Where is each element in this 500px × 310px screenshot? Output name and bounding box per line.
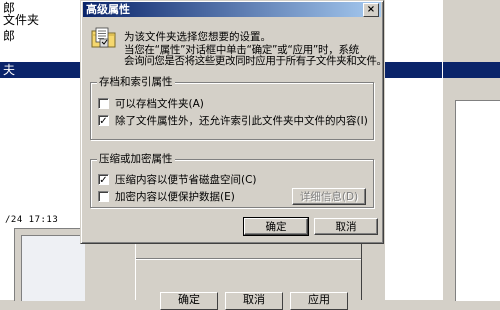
encrypt-checkbox[interactable] <box>98 191 109 202</box>
close-button[interactable]: × <box>363 3 379 17</box>
properties-dialog-background <box>135 240 362 300</box>
archive-checkbox[interactable] <box>98 98 109 109</box>
ok-button[interactable]: 确定 <box>243 217 309 236</box>
tree-item-selected[interactable]: 夫 <box>0 62 83 78</box>
group-title: 压缩或加密属性 <box>97 152 175 166</box>
compress-encrypt-group: 压缩或加密属性 ✓ 压缩内容以便节省磁盘空间(C) 加密内容以便保护数据(E) … <box>90 152 374 208</box>
close-icon: × <box>366 4 376 15</box>
archive-label: 可以存档文件夹(A) <box>115 98 204 110</box>
description-line: 会询问您是否将这些更改同时应用于所有子文件夹和文件。 <box>124 55 387 67</box>
advanced-attributes-dialog: 高级属性 × 为该文件夹选择您想要的设置。 当您在“属性”对话框中单击“确定”或… <box>80 0 387 244</box>
details-button[interactable]: 详细信息(D) <box>292 188 366 205</box>
checkmark-icon: ✓ <box>99 175 108 186</box>
compress-label: 压缩内容以便节省磁盘空间(C) <box>115 174 257 186</box>
tree-item[interactable]: 文件夹 <box>0 12 83 28</box>
compress-option[interactable]: ✓ 压缩内容以便节省磁盘空间(C) <box>98 173 257 186</box>
bg-ok-button[interactable]: 确定 <box>160 292 218 310</box>
cancel-button[interactable]: 取消 <box>314 218 378 235</box>
index-option[interactable]: ✓ 除了文件属性外，还允许索引此文件夹中文件的内容(I) <box>98 114 368 127</box>
bg-cancel-button[interactable]: 取消 <box>225 292 283 310</box>
group-title: 存档和索引属性 <box>97 75 175 89</box>
bg-apply-button[interactable]: 应用 <box>290 292 348 310</box>
background-panel <box>14 228 85 301</box>
index-checkbox[interactable]: ✓ <box>98 115 109 127</box>
archive-index-group: 存档和索引属性 可以存档文件夹(A) ✓ 除了文件属性外，还允许索引此文件夹中文… <box>90 75 374 140</box>
checkmark-icon: ✓ <box>99 116 108 127</box>
encrypt-option[interactable]: 加密内容以便保护数据(E) <box>98 190 235 203</box>
compress-checkbox[interactable]: ✓ <box>98 174 109 186</box>
tree-item[interactable]: 郎 <box>0 28 83 44</box>
index-label: 除了文件属性外，还允许索引此文件夹中文件的内容(I) <box>115 115 368 127</box>
explorer-tree-pane: 郎 文件夹 郎 夫 /24 17:13 <box>0 0 85 301</box>
dialog-title: 高级属性 <box>86 3 130 16</box>
folder-properties-icon <box>91 27 116 48</box>
background-window-frame <box>442 0 500 301</box>
title-bar[interactable]: 高级属性 × <box>83 2 381 17</box>
background-selection <box>385 62 442 78</box>
timestamp-text: /24 17:13 <box>5 215 59 225</box>
archive-option[interactable]: 可以存档文件夹(A) <box>98 97 204 110</box>
encrypt-label: 加密内容以便保护数据(E) <box>115 191 235 203</box>
